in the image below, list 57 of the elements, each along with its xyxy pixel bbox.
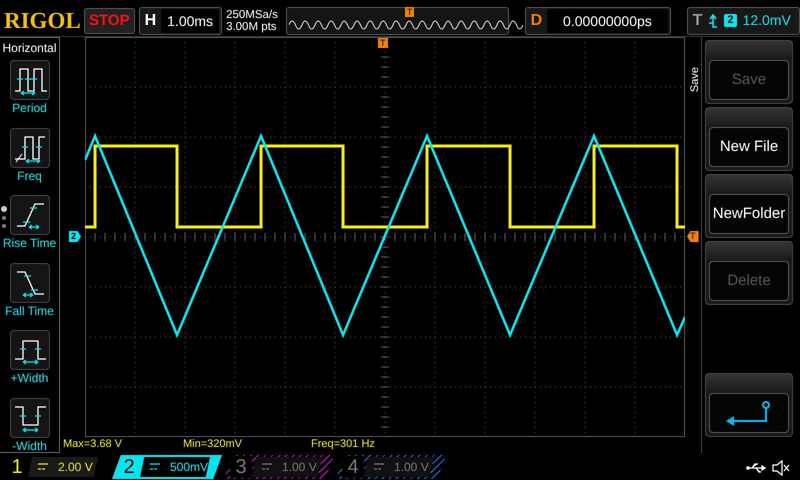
- rise-edge-icon-button[interactable]: [10, 195, 50, 235]
- channel-number: 1: [10, 456, 24, 478]
- menu-item-label: Rise Time: [2, 235, 56, 251]
- timebase-label: H: [144, 10, 158, 30]
- dc-coupling-icon: [38, 463, 48, 471]
- dc-coupling-icon: [374, 463, 384, 471]
- menu-button[interactable]: NewFolder: [705, 174, 793, 238]
- channel-scale: 1.00 V: [282, 459, 317, 476]
- fall-edge-icon-button[interactable]: [10, 262, 50, 302]
- trigger-level: 12.0mV: [742, 11, 791, 30]
- channel-number: 4: [342, 456, 364, 478]
- dc-coupling-icon: [262, 463, 272, 471]
- rising-edge-icon: [708, 14, 718, 28]
- brand-logo: RIGOL: [4, 8, 80, 34]
- measurement-reading: Min=320mV: [183, 437, 244, 451]
- positive-pulse-icon-button[interactable]: [10, 330, 50, 370]
- trigger-position-marker: T: [404, 6, 414, 16]
- channel-scale: 2.00 V: [58, 459, 93, 476]
- measurement-reading: Freq=301 Hz: [311, 437, 376, 451]
- menu-item-label: Period: [12, 100, 47, 116]
- menu-title: Horizontal: [1, 40, 58, 57]
- channel-tab[interactable]: 4 1.00 V: [336, 455, 446, 479]
- channel-tab[interactable]: 2 500mV: [112, 455, 222, 479]
- memory-depth: 3.00M pts: [226, 20, 278, 32]
- dc-coupling-icon: [150, 463, 160, 471]
- sample-rate: 250MSa/s: [226, 8, 279, 20]
- run-stop-button[interactable]: STOP: [84, 8, 135, 34]
- trigger-position-marker: T: [378, 38, 388, 48]
- back-button[interactable]: [705, 373, 793, 437]
- menu-item-label: +Width: [10, 370, 48, 386]
- trigger-box[interactable]: T 2 12.0mV: [686, 6, 800, 34]
- mute-icon: [772, 460, 790, 476]
- delay-value: 0.00000000ps: [547, 8, 668, 32]
- channel-number: 2: [122, 456, 136, 478]
- channel-scale: 1.00 V: [394, 459, 429, 476]
- measurement-reading: Max=3.68 V: [63, 437, 124, 451]
- trigger-label: T: [692, 10, 702, 30]
- period-icon-button[interactable]: [10, 60, 50, 100]
- channel-tab[interactable]: 3 1.00 V: [224, 455, 334, 479]
- trigger-source: 2: [724, 14, 737, 27]
- channel-scale: 500mV: [170, 459, 208, 476]
- page-indicator-icon: [1, 206, 7, 230]
- frequency-icon-button[interactable]: [10, 128, 50, 168]
- negative-pulse-icon-button[interactable]: [10, 398, 50, 438]
- menu-item-label: Freq: [17, 168, 42, 184]
- timebase-value: 1.00ms: [161, 8, 220, 32]
- menu-button[interactable]: New File: [705, 107, 793, 171]
- menu-title: Save: [688, 67, 699, 92]
- trigger-level-marker: T: [687, 231, 698, 242]
- menu-item-label: Fall Time: [5, 302, 54, 318]
- timebase-box[interactable]: H 1.00ms: [138, 6, 222, 34]
- channel-offset-marker: 2: [69, 231, 82, 242]
- delay-label: D: [530, 10, 544, 30]
- channel-number: 3: [230, 456, 252, 478]
- usb-icon: [746, 462, 768, 472]
- menu-item-label: -Width: [12, 438, 47, 454]
- delay-box[interactable]: D 0.00000000ps: [524, 6, 671, 34]
